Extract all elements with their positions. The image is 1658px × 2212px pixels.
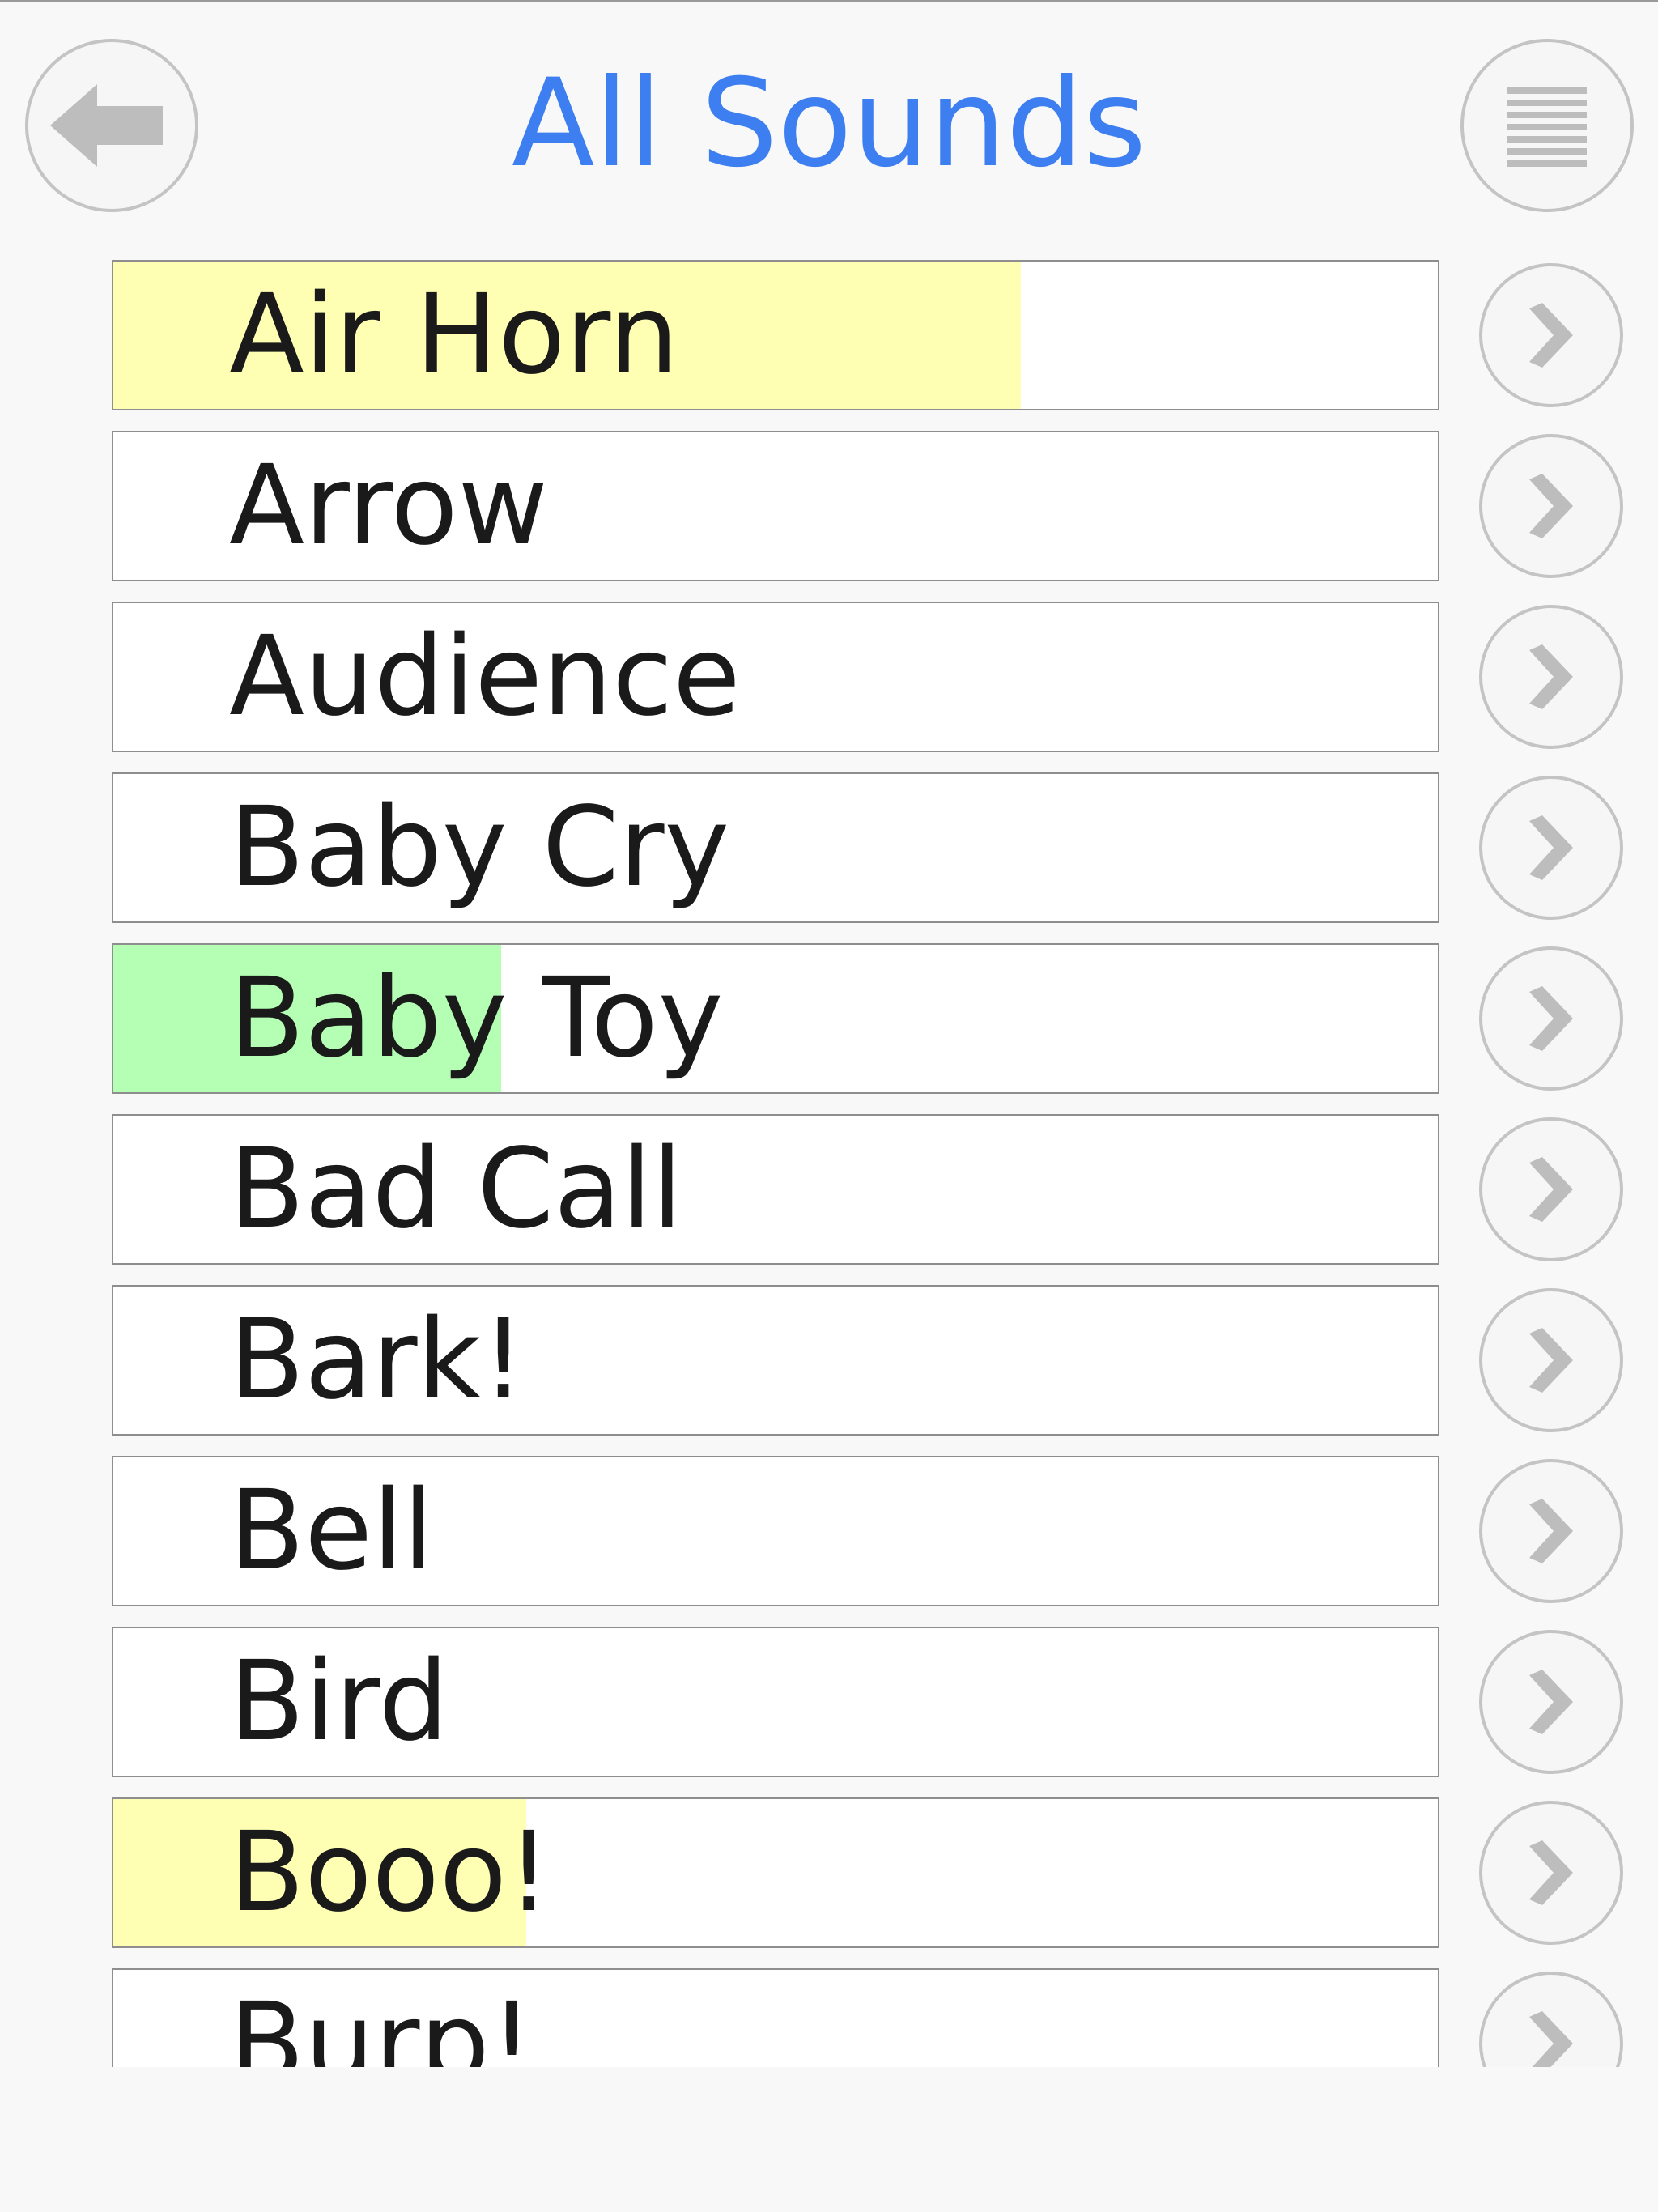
sound-row[interactable]: Bird — [112, 1627, 1439, 1777]
sound-label: Arrow — [229, 442, 548, 570]
sound-row[interactable]: Burp! — [112, 1968, 1439, 2067]
sound-detail-button[interactable] — [1479, 1117, 1623, 1261]
sound-row[interactable]: Arrow — [112, 431, 1439, 581]
sound-row[interactable]: Bark! — [112, 1285, 1439, 1436]
chevron-right-icon — [1529, 815, 1573, 880]
sound-detail-button[interactable] — [1479, 1288, 1623, 1432]
sound-label: Bird — [229, 1638, 449, 1766]
sound-detail-button[interactable] — [1479, 946, 1623, 1091]
chevron-right-icon — [1529, 644, 1573, 709]
sound-detail-button[interactable] — [1479, 1459, 1623, 1603]
sound-label: Booo! — [229, 1809, 551, 1937]
sound-label: Burp! — [229, 1980, 534, 2067]
chevron-right-icon — [1529, 1840, 1573, 1905]
sound-detail-button[interactable] — [1479, 776, 1623, 920]
chevron-right-icon — [1529, 1670, 1573, 1734]
sound-row[interactable]: Air Horn — [112, 260, 1439, 410]
sound-detail-button[interactable] — [1479, 434, 1623, 578]
sound-label: Baby Cry — [229, 784, 730, 912]
sound-label: Bark! — [229, 1296, 525, 1424]
chevron-right-icon — [1529, 1157, 1573, 1222]
sound-label: Air Horn — [229, 271, 679, 399]
sound-row[interactable]: Baby Toy — [112, 943, 1439, 1094]
sound-row[interactable]: Bad Call — [112, 1114, 1439, 1265]
sound-row[interactable]: Booo! — [112, 1797, 1439, 1948]
sound-detail-button[interactable] — [1479, 1801, 1623, 1945]
sound-detail-button[interactable] — [1479, 1630, 1623, 1774]
sound-label: Baby Toy — [229, 955, 724, 1083]
chevron-right-icon — [1529, 474, 1573, 538]
sound-label: Bell — [229, 1467, 434, 1595]
chevron-right-icon — [1529, 986, 1573, 1051]
chevron-right-icon — [1529, 303, 1573, 368]
sound-label: Audience — [229, 613, 741, 741]
sound-detail-button[interactable] — [1479, 605, 1623, 749]
chevron-right-icon — [1529, 1328, 1573, 1393]
sound-row[interactable]: Bell — [112, 1456, 1439, 1606]
sound-detail-button[interactable] — [1479, 1972, 1623, 2067]
chevron-right-icon — [1529, 2011, 1573, 2067]
bottom-area — [0, 2067, 1658, 2212]
chevron-right-icon — [1529, 1499, 1573, 1563]
sound-label: Bad Call — [229, 1125, 683, 1253]
sound-row[interactable]: Audience — [112, 602, 1439, 752]
sound-row[interactable]: Baby Cry — [112, 772, 1439, 923]
sound-detail-button[interactable] — [1479, 263, 1623, 407]
sound-list[interactable]: Air Horn Arrow Audience Baby Cry Baby Toy Bad… — [0, 0, 1658, 2067]
